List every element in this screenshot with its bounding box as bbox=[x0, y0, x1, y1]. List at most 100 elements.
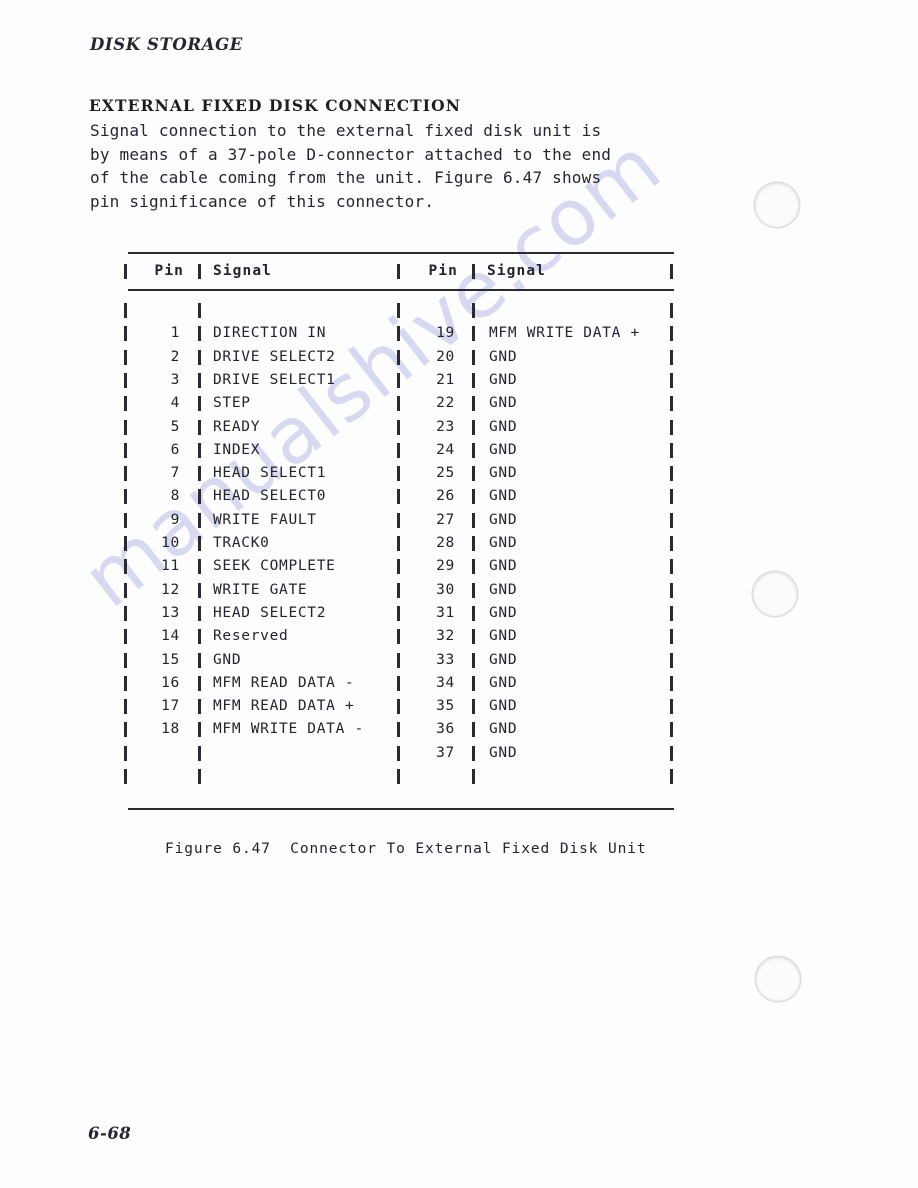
table-cell-signal: GND bbox=[489, 488, 518, 505]
table-cell-signal: GND bbox=[489, 535, 518, 551]
table-pipe-separator bbox=[670, 652, 673, 668]
table-cell-pin: 27 bbox=[436, 511, 455, 528]
table-pipe-separator bbox=[472, 605, 475, 621]
table-cell-signal: GND bbox=[489, 674, 518, 691]
table-pipe-separator bbox=[670, 559, 673, 575]
table-cell-signal: GND bbox=[489, 395, 518, 412]
paragraph-line: Signal connection to the external fixed … bbox=[90, 121, 602, 140]
table-pipe-separator bbox=[472, 745, 475, 761]
table-header-rule bbox=[128, 289, 674, 291]
table-pipe-separator bbox=[472, 722, 475, 738]
table-top-rule bbox=[128, 252, 674, 254]
table-cell-pin: 33 bbox=[436, 651, 455, 668]
table-pipe-separator bbox=[472, 372, 475, 388]
table-cell-pin: 31 bbox=[436, 604, 455, 621]
table-pipe-separator bbox=[472, 559, 475, 575]
table-pipe-separator bbox=[472, 326, 475, 342]
section-heading: EXTERNAL FIXED DISK CONNECTION bbox=[89, 96, 462, 115]
table-pipe-separator bbox=[198, 769, 201, 784]
table-cell-pin: 22 bbox=[436, 395, 455, 412]
table-pipe-separator bbox=[670, 536, 673, 551]
table-pipe-separator bbox=[670, 699, 673, 715]
table-pipe-separator bbox=[472, 349, 475, 365]
table-pipe-separator bbox=[670, 419, 673, 435]
table-pipe-separator bbox=[472, 489, 475, 505]
table-header-pin-right: Pin bbox=[428, 263, 458, 279]
table-cell-signal: GND bbox=[489, 744, 518, 761]
table-cell-signal: GND bbox=[489, 465, 518, 482]
table-pipe-separator bbox=[124, 769, 127, 784]
table-pipe-separator bbox=[670, 442, 673, 458]
table-pipe-separator bbox=[670, 489, 673, 505]
table-pipe-separator bbox=[472, 442, 475, 458]
table-pipe-separator bbox=[472, 699, 475, 715]
table-cell-pin: 37 bbox=[436, 744, 455, 761]
table-pipe-separator bbox=[472, 396, 475, 412]
table-pipe-separator bbox=[670, 745, 673, 761]
page-number: 6-68 bbox=[88, 1124, 132, 1143]
table-cell-signal: GND bbox=[489, 651, 518, 668]
table-pipe-separator bbox=[670, 512, 673, 528]
table-bottom-rule bbox=[128, 808, 674, 810]
table-pipe-separator bbox=[472, 769, 475, 784]
table-cell-pin: 21 bbox=[436, 371, 455, 388]
table-pipe-separator bbox=[670, 264, 673, 279]
table-cell-signal: GND bbox=[489, 371, 518, 388]
table-cell-signal: GND bbox=[489, 558, 518, 575]
table-pipe-separator bbox=[670, 582, 673, 598]
table-pipe-separator bbox=[472, 466, 475, 482]
table-cell-signal: GND bbox=[489, 348, 518, 365]
table-cell-pin: 28 bbox=[436, 535, 455, 551]
table-cell-pin: 19 bbox=[436, 325, 455, 342]
table-cell-pin: 30 bbox=[436, 581, 455, 598]
table-cell-signal: MFM WRITE DATA + bbox=[489, 325, 640, 342]
running-head: DISK STORAGE bbox=[90, 35, 243, 54]
table-cell-signal: GND bbox=[489, 441, 518, 458]
table-pipe-separator bbox=[198, 303, 201, 318]
table-pipe-separator bbox=[472, 652, 475, 668]
table-cell-pin: 25 bbox=[436, 465, 455, 482]
table-pipe-separator bbox=[670, 605, 673, 621]
figure-caption: Figure 6.47 Connector To External Fixed … bbox=[165, 841, 647, 857]
table-cell-signal: GND bbox=[489, 628, 518, 645]
body-paragraph: Signal connection to the external fixed … bbox=[90, 119, 730, 213]
table-cell-signal: GND bbox=[489, 698, 518, 715]
hole-punch-mark bbox=[755, 183, 799, 227]
table-pipe-separator bbox=[670, 722, 673, 738]
table-cell-pin: 34 bbox=[436, 674, 455, 691]
table-pipe-separator bbox=[397, 769, 400, 784]
table-cell-pin: 24 bbox=[436, 441, 455, 458]
table-cell-signal: GND bbox=[489, 418, 518, 435]
table-cell-signal: GND bbox=[489, 604, 518, 621]
table-cell-pin: 35 bbox=[436, 698, 455, 715]
table-cell-signal: GND bbox=[489, 721, 518, 738]
table-pipe-separator bbox=[472, 675, 475, 691]
table-pipe-separator bbox=[670, 629, 673, 645]
table-pipe-separator bbox=[472, 264, 475, 279]
paragraph-line: pin significance of this connector. bbox=[90, 191, 435, 211]
table-cell-pin: 32 bbox=[436, 628, 455, 645]
hole-punch-mark bbox=[753, 572, 797, 616]
table-pipe-separator bbox=[472, 629, 475, 645]
table-pipe-separator bbox=[472, 536, 475, 551]
table-pipe-separator bbox=[124, 303, 127, 318]
paragraph-line: of the cable coming from the unit. Figur… bbox=[90, 168, 602, 187]
table-pipe-separator bbox=[397, 303, 400, 318]
paragraph-line: by means of a 37-pole D-connector attach… bbox=[90, 144, 612, 164]
table-pipe-separator bbox=[670, 769, 673, 784]
table-pipe-separator bbox=[670, 326, 673, 342]
table-pipe-separator bbox=[670, 675, 673, 691]
table-pipe-separator bbox=[670, 303, 673, 318]
table-cell-signal: GND bbox=[489, 511, 518, 528]
table-pipe-separator bbox=[670, 349, 673, 365]
table-cell-pin: 20 bbox=[436, 348, 455, 365]
table-header-signal-right: Signal bbox=[487, 263, 546, 279]
table-pipe-separator bbox=[472, 419, 475, 435]
table-pipe-separator bbox=[670, 372, 673, 388]
table-pipe-separator bbox=[472, 512, 475, 528]
hole-punch-mark bbox=[756, 957, 800, 1001]
table-pipe-separator bbox=[670, 396, 673, 412]
table-cell-signal: GND bbox=[489, 581, 518, 598]
pin-assignment-table: Pin Signal Pin Signal 1 DIRECTION IN 19 MFM WRI… bbox=[110, 248, 690, 818]
table-pipe-separator bbox=[670, 466, 673, 482]
